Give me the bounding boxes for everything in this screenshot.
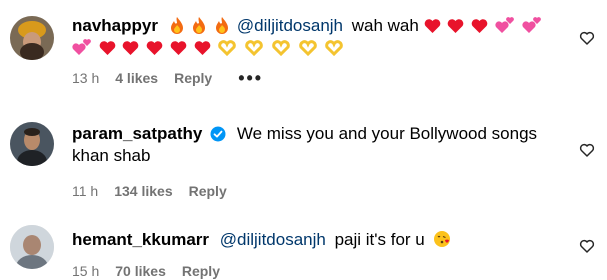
comment-body: paji it's for u <box>334 230 425 249</box>
likes-count[interactable]: 4 likes <box>115 69 158 87</box>
red-heart-icon <box>448 19 464 33</box>
avatar[interactable] <box>10 122 54 166</box>
mention-link[interactable]: @diljitdosanjh <box>220 230 326 249</box>
reply-button[interactable]: Reply <box>189 182 227 200</box>
comment-text: navhappyr @diljitdosanjh wah wah <box>72 15 567 37</box>
heart-outline-icon[interactable] <box>579 30 595 46</box>
red-heart-icon <box>99 41 116 55</box>
reply-button[interactable]: Reply <box>174 69 212 87</box>
likes-count[interactable]: 70 likes <box>115 262 166 280</box>
heart-hands-icon <box>325 40 344 56</box>
red-heart-icon <box>471 19 488 33</box>
comment-meta: 11 h 134 likes Reply <box>72 182 567 200</box>
pink-hearts-icon <box>521 17 541 33</box>
pink-hearts-icon <box>72 39 91 55</box>
username[interactable]: hemant_kkumarr <box>72 230 209 249</box>
red-heart-icon <box>170 41 187 55</box>
red-heart-icon <box>123 41 139 55</box>
username[interactable]: param_satpathy <box>72 124 202 143</box>
heart-hands-icon <box>245 40 263 56</box>
comment-text-continued: khan shab <box>72 146 151 165</box>
timestamp[interactable]: 11 h <box>72 182 98 200</box>
comment-text: param_satpathy We miss you and your Boll… <box>72 123 567 145</box>
avatar[interactable] <box>10 225 54 269</box>
heart-hands-icon <box>272 40 290 56</box>
comment-meta: 15 h 70 likes Reply <box>72 262 567 280</box>
fire-icon <box>170 17 183 34</box>
fire-emoji-group <box>169 16 237 35</box>
red-heart-icon <box>146 41 163 55</box>
username[interactable]: navhappyr <box>72 16 158 35</box>
comment-body: We miss you and your Bollywood songs <box>236 124 538 143</box>
verified-badge-icon <box>210 126 226 142</box>
avatar[interactable] <box>10 16 54 60</box>
likes-count[interactable]: 134 likes <box>114 182 172 200</box>
heart-hands-icon <box>298 40 317 56</box>
pink-hearts-icon <box>495 17 514 33</box>
face-blowing-kiss-icon <box>434 231 451 247</box>
timestamp[interactable]: 15 h <box>72 262 99 280</box>
timestamp[interactable]: 13 h <box>72 69 99 87</box>
fire-icon <box>216 17 229 34</box>
red-heart-icon <box>424 19 440 33</box>
red-heart-icon <box>194 41 210 55</box>
heart-emoji-group <box>424 16 544 35</box>
mention-link[interactable]: @diljitdosanjh <box>237 16 343 35</box>
heart-outline-icon[interactable] <box>579 238 595 254</box>
heart-hands-icon <box>218 40 237 56</box>
comment-text: hemant_kkumarr @diljitdosanjh paji it's … <box>72 229 567 251</box>
comment-emoji-line <box>72 37 567 59</box>
heart-outline-icon[interactable] <box>579 142 595 158</box>
reply-button[interactable]: Reply <box>182 262 220 280</box>
comment-body: wah wah <box>351 16 419 35</box>
comment-meta: 13 h 4 likes Reply ••• <box>72 69 567 87</box>
more-options-button[interactable]: ••• <box>238 69 263 87</box>
fire-icon <box>193 17 206 34</box>
